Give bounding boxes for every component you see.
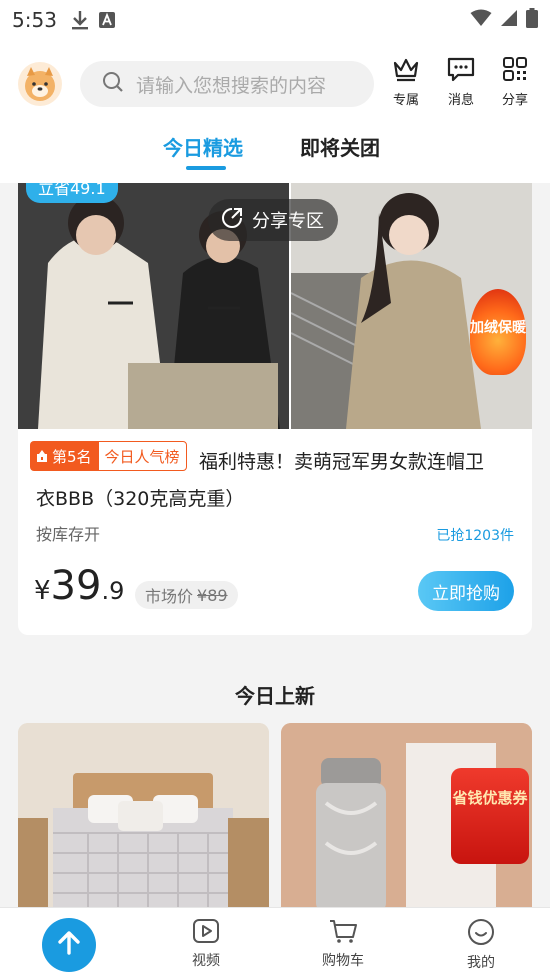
rank-number: 第5名 (30, 441, 98, 471)
download-icon (71, 10, 89, 30)
crown-icon (392, 58, 420, 86)
nav-video[interactable]: 视频 (171, 918, 241, 970)
warm-fleece-tag: 加绒保暖 (470, 289, 526, 375)
nav-cart[interactable]: 购物车 (308, 918, 378, 970)
share-zone-button[interactable]: 分享专区 (208, 199, 338, 241)
market-price-value: ¥89 (197, 585, 228, 605)
nav-me-label: 我的 (467, 955, 495, 971)
rank-number-text: 第5名 (52, 447, 92, 466)
share-icon (220, 206, 244, 235)
new-product-tile[interactable] (18, 723, 269, 913)
nav-video-label: 视频 (192, 953, 220, 969)
stock-text: 按库存开 (36, 525, 101, 544)
product-image[interactable]: 立省49.1 分享专区 加绒保暖 (18, 183, 532, 429)
price: ¥ 39 .9 (34, 563, 124, 609)
savings-coupon-badge[interactable]: 省钱优惠券 (451, 768, 529, 864)
wifi-icon (470, 9, 492, 31)
video-icon (192, 919, 220, 948)
trophy-icon (35, 449, 49, 463)
section-title-new-today: 今日上新 (235, 684, 315, 708)
share-button[interactable]: 分享 (490, 56, 540, 108)
share-label: 分享 (501, 93, 528, 108)
search-icon (102, 71, 124, 97)
tab-closing-soon[interactable]: 即将关团 (300, 132, 380, 161)
product-title-line1: 福利特惠！卖萌冠军男女款连帽卫 (199, 451, 485, 473)
bottom-nav: 视频 购物车 我的 (0, 907, 550, 979)
search-input[interactable]: 请输入您想搜索的内容 (80, 61, 374, 107)
message-label: 消息 (447, 93, 474, 108)
save-badge: 立省49.1 (26, 183, 118, 203)
exclusive-button[interactable]: 专属 (381, 56, 431, 108)
signal-icon (500, 9, 518, 31)
tab-active-indicator (186, 166, 226, 170)
battery-icon (526, 8, 538, 32)
sold-count: 已抢1203件 (436, 528, 514, 544)
product-title-line2: 衣BBB（320克高克重） (36, 488, 245, 510)
product-card[interactable]: 立省49.1 分享专区 加绒保暖 第5名 今日人气榜 福利特惠！卖萌冠军男女款连… (18, 183, 532, 635)
market-price: 市场价 ¥89 (135, 581, 238, 609)
market-price-label: 市场价 (145, 587, 194, 606)
tab-today-picks[interactable]: 今日精选 (163, 132, 243, 161)
dog-mascot-icon (25, 67, 55, 101)
popularity-list-tag: 今日人气榜 (97, 441, 187, 471)
status-time: 5:53 (12, 8, 57, 32)
price-decimal: .9 (101, 577, 125, 605)
arrow-up-icon (55, 929, 83, 961)
cart-icon (328, 920, 358, 948)
smile-icon (467, 919, 495, 950)
status-right (470, 8, 538, 32)
new-product-tile[interactable]: 省钱优惠券 (281, 723, 532, 913)
font-icon (98, 12, 115, 28)
buy-now-button[interactable]: 立即抢购 (418, 571, 514, 611)
message-icon (446, 57, 476, 86)
bed-photo (18, 723, 269, 913)
rank-badge[interactable]: 第5名 今日人气榜 (30, 441, 187, 471)
scroll-top-button[interactable] (42, 918, 96, 972)
avatar[interactable] (18, 62, 62, 106)
qr-code-icon (502, 57, 528, 86)
nav-me[interactable]: 我的 (446, 918, 516, 972)
message-button[interactable]: 消息 (436, 56, 486, 108)
status-bar: 5:53 (0, 0, 550, 40)
price-currency: ¥ (34, 576, 51, 606)
tab-bar: 今日精选 即将关团 (0, 132, 550, 172)
share-zone-label: 分享专区 (252, 211, 324, 232)
nav-cart-label: 购物车 (322, 953, 364, 969)
search-placeholder: 请输入您想搜索的内容 (136, 74, 327, 97)
price-integer: 39 (50, 563, 102, 609)
header: 请输入您想搜索的内容 专属 消息 分享 今日精选 即将关团 (0, 40, 550, 183)
exclusive-label: 专属 (392, 93, 419, 108)
